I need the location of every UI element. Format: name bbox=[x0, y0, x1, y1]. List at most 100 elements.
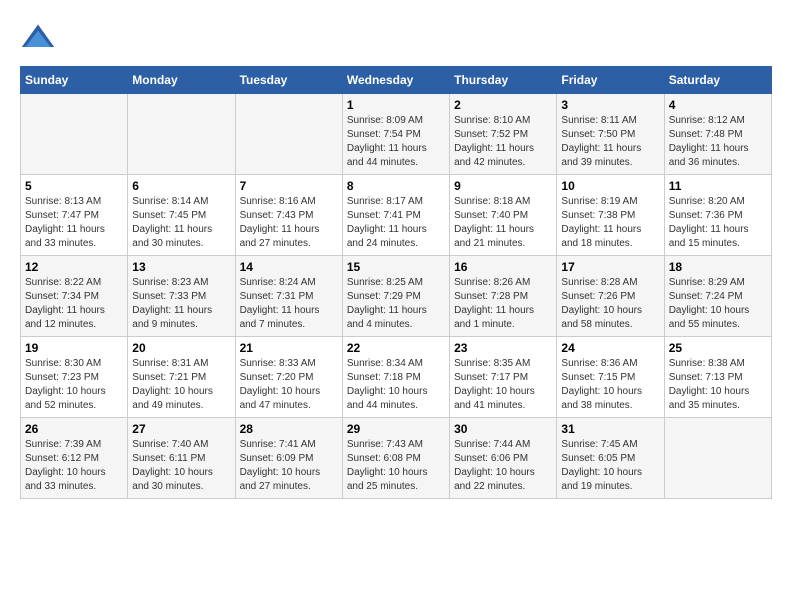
day-info: Sunrise: 8:28 AM Sunset: 7:26 PM Dayligh… bbox=[561, 276, 659, 332]
day-number: 29 bbox=[347, 422, 445, 436]
day-info: Sunrise: 8:19 AM Sunset: 7:38 PM Dayligh… bbox=[561, 195, 659, 251]
day-info: Sunrise: 8:09 AM Sunset: 7:54 PM Dayligh… bbox=[347, 114, 445, 170]
day-number: 27 bbox=[132, 422, 230, 436]
calendar-cell: 8 Sunrise: 8:17 AM Sunset: 7:41 PM Daylig… bbox=[342, 175, 449, 256]
day-info: Sunrise: 8:13 AM Sunset: 7:47 PM Dayligh… bbox=[25, 195, 123, 251]
day-info: Sunrise: 8:25 AM Sunset: 7:29 PM Dayligh… bbox=[347, 276, 445, 332]
day-number: 28 bbox=[240, 422, 338, 436]
day-number: 9 bbox=[454, 179, 552, 193]
day-number: 21 bbox=[240, 341, 338, 355]
calendar-cell: 20 Sunrise: 8:31 AM Sunset: 7:21 PM Dayli… bbox=[128, 337, 235, 418]
day-info: Sunrise: 8:16 AM Sunset: 7:43 PM Dayligh… bbox=[240, 195, 338, 251]
calendar-cell: 18 Sunrise: 8:29 AM Sunset: 7:24 PM Dayli… bbox=[664, 256, 771, 337]
day-info: Sunrise: 8:14 AM Sunset: 7:45 PM Dayligh… bbox=[132, 195, 230, 251]
day-info: Sunrise: 8:29 AM Sunset: 7:24 PM Dayligh… bbox=[669, 276, 767, 332]
day-info: Sunrise: 8:26 AM Sunset: 7:28 PM Dayligh… bbox=[454, 276, 552, 332]
day-info: Sunrise: 8:20 AM Sunset: 7:36 PM Dayligh… bbox=[669, 195, 767, 251]
calendar-cell: 2 Sunrise: 8:10 AM Sunset: 7:52 PM Daylig… bbox=[450, 94, 557, 175]
calendar-cell: 22 Sunrise: 8:34 AM Sunset: 7:18 PM Dayli… bbox=[342, 337, 449, 418]
calendar-body: 1 Sunrise: 8:09 AM Sunset: 7:54 PM Daylig… bbox=[21, 94, 772, 499]
day-info: Sunrise: 7:43 AM Sunset: 6:08 PM Dayligh… bbox=[347, 438, 445, 494]
calendar-cell bbox=[235, 94, 342, 175]
weekday-monday: Monday bbox=[128, 67, 235, 94]
calendar-cell: 14Sunrise: 8:24 AM Sunset: 7:31 PM Dayli… bbox=[235, 256, 342, 337]
calendar-cell: 5Sunrise: 8:13 AM Sunset: 7:47 PM Daylig… bbox=[21, 175, 128, 256]
calendar-cell: 7 Sunrise: 8:16 AM Sunset: 7:43 PM Daylig… bbox=[235, 175, 342, 256]
weekday-saturday: Saturday bbox=[664, 67, 771, 94]
weekday-header-row: SundayMondayTuesdayWednesdayThursdayFrid… bbox=[21, 67, 772, 94]
calendar-cell: 10 Sunrise: 8:19 AM Sunset: 7:38 PM Dayli… bbox=[557, 175, 664, 256]
calendar-cell: 17 Sunrise: 8:28 AM Sunset: 7:26 PM Dayli… bbox=[557, 256, 664, 337]
calendar-cell: 12 Sunrise: 8:22 AM Sunset: 7:34 PM Dayli… bbox=[21, 256, 128, 337]
day-info: Sunrise: 8:35 AM Sunset: 7:17 PM Dayligh… bbox=[454, 357, 552, 413]
day-number: 4 bbox=[669, 98, 767, 112]
calendar-cell: 21 Sunrise: 8:33 AM Sunset: 7:20 PM Dayli… bbox=[235, 337, 342, 418]
logo bbox=[20, 20, 62, 56]
day-info: Sunrise: 8:18 AM Sunset: 7:40 PM Dayligh… bbox=[454, 195, 552, 251]
day-info: Sunrise: 8:12 AM Sunset: 7:48 PM Dayligh… bbox=[669, 114, 767, 170]
calendar-cell: 9 Sunrise: 8:18 AM Sunset: 7:40 PM Daylig… bbox=[450, 175, 557, 256]
calendar-cell bbox=[21, 94, 128, 175]
day-number: 2 bbox=[454, 98, 552, 112]
day-number: 18 bbox=[669, 260, 767, 274]
calendar-cell: 29 Sunrise: 7:43 AM Sunset: 6:08 PM Dayli… bbox=[342, 418, 449, 499]
calendar: SundayMondayTuesdayWednesdayThursdayFrid… bbox=[20, 66, 772, 499]
day-info: Sunrise: 8:23 AM Sunset: 7:33 PM Dayligh… bbox=[132, 276, 230, 332]
day-info: Sunrise: 8:30 AM Sunset: 7:23 PM Dayligh… bbox=[25, 357, 123, 413]
calendar-cell: 19 Sunrise: 8:30 AM Sunset: 7:23 PM Dayli… bbox=[21, 337, 128, 418]
calendar-cell: 13 Sunrise: 8:23 AM Sunset: 7:33 PM Dayli… bbox=[128, 256, 235, 337]
calendar-cell: 15 Sunrise: 8:25 AM Sunset: 7:29 PM Dayli… bbox=[342, 256, 449, 337]
day-info: Sunrise: 7:45 AM Sunset: 6:05 PM Dayligh… bbox=[561, 438, 659, 494]
day-number: 8 bbox=[347, 179, 445, 193]
day-info: Sunrise: 7:39 AM Sunset: 6:12 PM Dayligh… bbox=[25, 438, 123, 494]
week-row-4: 19 Sunrise: 8:30 AM Sunset: 7:23 PM Dayli… bbox=[21, 337, 772, 418]
day-number: 31 bbox=[561, 422, 659, 436]
day-number: 22 bbox=[347, 341, 445, 355]
day-number: 23 bbox=[454, 341, 552, 355]
weekday-sunday: Sunday bbox=[21, 67, 128, 94]
day-number: 12 bbox=[25, 260, 123, 274]
calendar-cell: 3Sunrise: 8:11 AM Sunset: 7:50 PM Daylig… bbox=[557, 94, 664, 175]
day-number: 13 bbox=[132, 260, 230, 274]
day-number: 17 bbox=[561, 260, 659, 274]
calendar-cell: 1 Sunrise: 8:09 AM Sunset: 7:54 PM Daylig… bbox=[342, 94, 449, 175]
day-info: Sunrise: 8:24 AM Sunset: 7:31 PM Dayligh… bbox=[240, 276, 338, 332]
day-number: 10 bbox=[561, 179, 659, 193]
day-number: 16 bbox=[454, 260, 552, 274]
calendar-cell bbox=[128, 94, 235, 175]
weekday-thursday: Thursday bbox=[450, 67, 557, 94]
logo-icon bbox=[20, 20, 56, 56]
day-info: Sunrise: 7:44 AM Sunset: 6:06 PM Dayligh… bbox=[454, 438, 552, 494]
page-header bbox=[20, 20, 772, 56]
calendar-cell: 31 Sunrise: 7:45 AM Sunset: 6:05 PM Dayli… bbox=[557, 418, 664, 499]
day-number: 7 bbox=[240, 179, 338, 193]
day-number: 19 bbox=[25, 341, 123, 355]
calendar-header: SundayMondayTuesdayWednesdayThursdayFrid… bbox=[21, 67, 772, 94]
week-row-2: 5Sunrise: 8:13 AM Sunset: 7:47 PM Daylig… bbox=[21, 175, 772, 256]
calendar-cell bbox=[664, 418, 771, 499]
week-row-1: 1 Sunrise: 8:09 AM Sunset: 7:54 PM Daylig… bbox=[21, 94, 772, 175]
day-number: 20 bbox=[132, 341, 230, 355]
day-number: 15 bbox=[347, 260, 445, 274]
day-info: Sunrise: 7:41 AM Sunset: 6:09 PM Dayligh… bbox=[240, 438, 338, 494]
week-row-3: 12 Sunrise: 8:22 AM Sunset: 7:34 PM Dayli… bbox=[21, 256, 772, 337]
day-number: 3 bbox=[561, 98, 659, 112]
weekday-tuesday: Tuesday bbox=[235, 67, 342, 94]
week-row-5: 26Sunrise: 7:39 AM Sunset: 6:12 PM Dayli… bbox=[21, 418, 772, 499]
day-info: Sunrise: 8:31 AM Sunset: 7:21 PM Dayligh… bbox=[132, 357, 230, 413]
day-number: 1 bbox=[347, 98, 445, 112]
day-info: Sunrise: 7:40 AM Sunset: 6:11 PM Dayligh… bbox=[132, 438, 230, 494]
calendar-cell: 6 Sunrise: 8:14 AM Sunset: 7:45 PM Daylig… bbox=[128, 175, 235, 256]
day-info: Sunrise: 8:36 AM Sunset: 7:15 PM Dayligh… bbox=[561, 357, 659, 413]
day-number: 24 bbox=[561, 341, 659, 355]
calendar-cell: 4 Sunrise: 8:12 AM Sunset: 7:48 PM Daylig… bbox=[664, 94, 771, 175]
calendar-cell: 16 Sunrise: 8:26 AM Sunset: 7:28 PM Dayli… bbox=[450, 256, 557, 337]
day-number: 6 bbox=[132, 179, 230, 193]
day-info: Sunrise: 8:22 AM Sunset: 7:34 PM Dayligh… bbox=[25, 276, 123, 332]
weekday-wednesday: Wednesday bbox=[342, 67, 449, 94]
day-info: Sunrise: 8:10 AM Sunset: 7:52 PM Dayligh… bbox=[454, 114, 552, 170]
day-info: Sunrise: 8:17 AM Sunset: 7:41 PM Dayligh… bbox=[347, 195, 445, 251]
day-info: Sunrise: 8:33 AM Sunset: 7:20 PM Dayligh… bbox=[240, 357, 338, 413]
calendar-cell: 11Sunrise: 8:20 AM Sunset: 7:36 PM Dayli… bbox=[664, 175, 771, 256]
day-info: Sunrise: 8:34 AM Sunset: 7:18 PM Dayligh… bbox=[347, 357, 445, 413]
